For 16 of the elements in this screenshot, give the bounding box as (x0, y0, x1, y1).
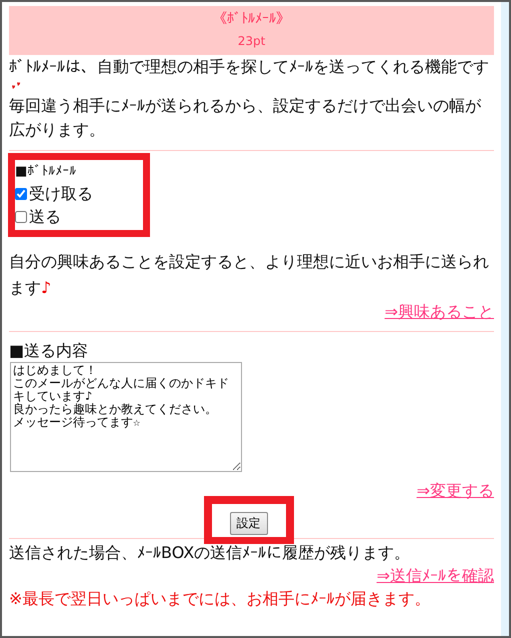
intro-text: 毎回違う相手にﾒｰﾙが送られるから、設定するだけで出会いの幅が広がります。 (9, 95, 482, 141)
set-button[interactable]: 設定 (230, 512, 268, 535)
checkbox[interactable] (15, 188, 27, 200)
section-heading: ■送る内容 (9, 340, 90, 362)
history-text: 送信された場合、ﾒｰﾙBOXの送信ﾒｰﾙに履歴が残ります。 (9, 542, 412, 564)
interest-text: 自分の興味あることを設定すると、より理想に近いお相手に送られます♪ (9, 251, 490, 299)
page-title: 《ﾎﾞﾄﾙﾒｰﾙ》 (212, 10, 291, 29)
option-label[interactable]: 送る (29, 205, 61, 228)
warning-text: ※最長で翌日いっぱいまでには、お相手にﾒｰﾙが届きます。 (9, 588, 432, 610)
intro-text: ﾎﾞﾄﾙﾒｰﾙは、自動で理想の相手を探してﾒｰﾙを送ってくれる機能です (9, 56, 490, 78)
section-heading: ■ﾎﾞﾄﾙﾒｰﾙ (15, 163, 78, 181)
hearts-icon (11, 81, 21, 90)
option-label[interactable]: 受け取る (29, 182, 93, 205)
message-field[interactable]: はじめまして！ このメールがどんな人に届くのかドキドキしています♪ 良かったら趣味とか教えてください。 メッセージ待ってます☆ (10, 362, 242, 472)
checkbox[interactable] (15, 210, 27, 222)
points-label: 23pt (236, 33, 266, 50)
